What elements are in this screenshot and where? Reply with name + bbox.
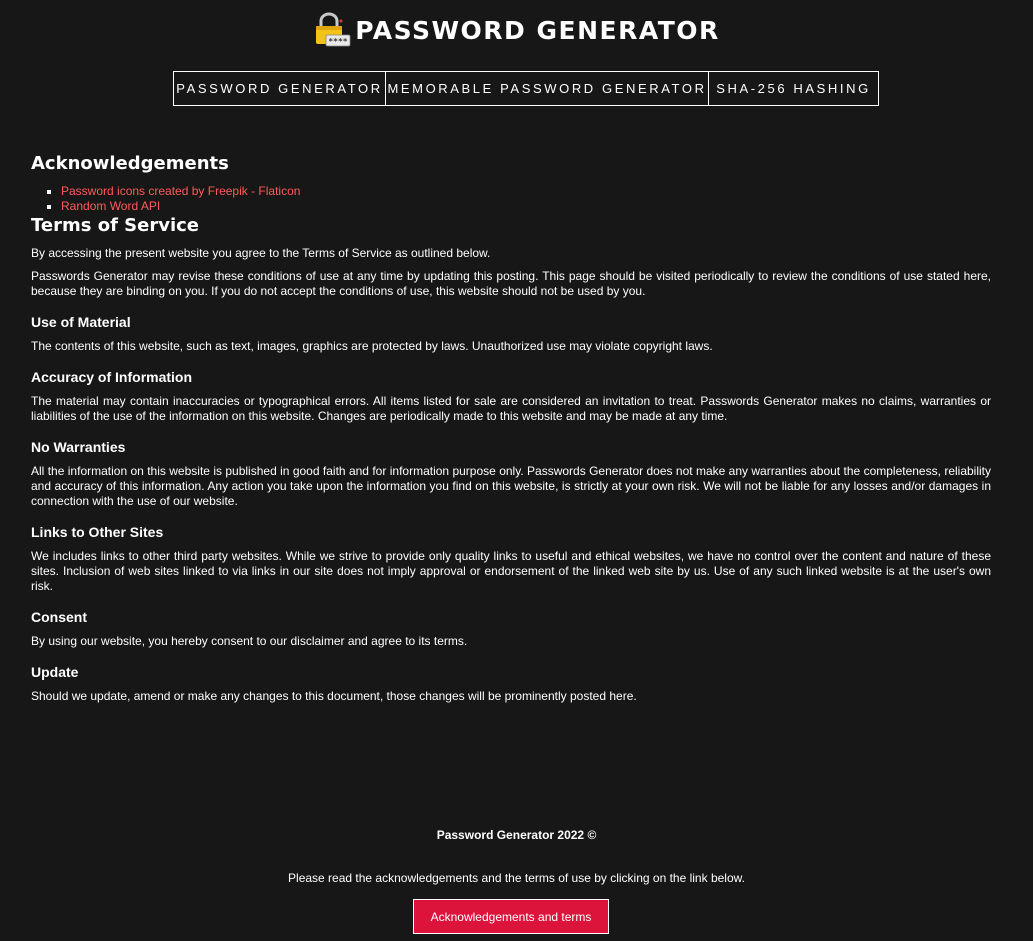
terms-title: Terms of Service: [31, 215, 200, 236]
terms-revision: Passwords Generator may revise these con…: [31, 269, 991, 298]
copyright: Password Generator 2022 ©: [436, 828, 597, 842]
site-header: **** PASSWORD GENERATOR: [0, 12, 1033, 48]
logo-mask-text: ****: [329, 37, 348, 46]
nav-password-generator[interactable]: PASSWORD GENERATOR: [173, 71, 386, 106]
use-of-material-heading: Use of Material: [31, 314, 131, 330]
site-title: PASSWORD GENERATOR: [355, 15, 720, 45]
random-word-api-link[interactable]: Random Word API: [61, 199, 160, 213]
use-of-material-text: The contents of this website, such as te…: [31, 339, 713, 353]
acknowledgements-title: Acknowledgements: [31, 153, 229, 174]
page: **** PASSWORD GENERATOR PASSWORD GENERAT…: [0, 0, 1033, 941]
main-content: Acknowledgements Password icons created …: [31, 152, 991, 704]
no-warranties-text: All the information on this website is p…: [31, 464, 991, 508]
links-text: We includes links to other third party w…: [31, 549, 991, 593]
update-heading: Update: [31, 664, 79, 680]
freepik-flaticon-link[interactable]: Password icons created by Freepik - Flat…: [61, 184, 300, 198]
accuracy-text: The material may contain inaccuracies or…: [31, 394, 991, 423]
no-warranties-heading: No Warranties: [31, 439, 126, 455]
footer-note: Please read the acknowledgements and the…: [288, 871, 745, 885]
update-text: Should we update, amend or make any chan…: [31, 689, 637, 703]
terms-intro: By accessing the present website you agr…: [31, 246, 491, 260]
accuracy-heading: Accuracy of Information: [31, 369, 193, 385]
list-item: Random Word API: [61, 199, 991, 214]
acknowledgements-terms-button[interactable]: Acknowledgements and terms: [413, 899, 609, 934]
list-item: Password icons created by Freepik - Flat…: [61, 184, 991, 199]
links-heading: Links to Other Sites: [31, 524, 164, 540]
acknowledgements-list: Password icons created by Freepik - Flat…: [31, 184, 991, 214]
consent-text: By using our website, you hereby consent…: [31, 634, 468, 648]
nav-memorable-password-generator[interactable]: MEMORABLE PASSWORD GENERATOR: [385, 71, 709, 106]
consent-heading: Consent: [31, 609, 87, 625]
main-nav: PASSWORD GENERATOR MEMORABLE PASSWORD GE…: [173, 71, 879, 106]
nav-sha256-hashing[interactable]: SHA-256 HASHING: [708, 71, 879, 106]
padlock-password-icon: ****: [313, 12, 353, 48]
